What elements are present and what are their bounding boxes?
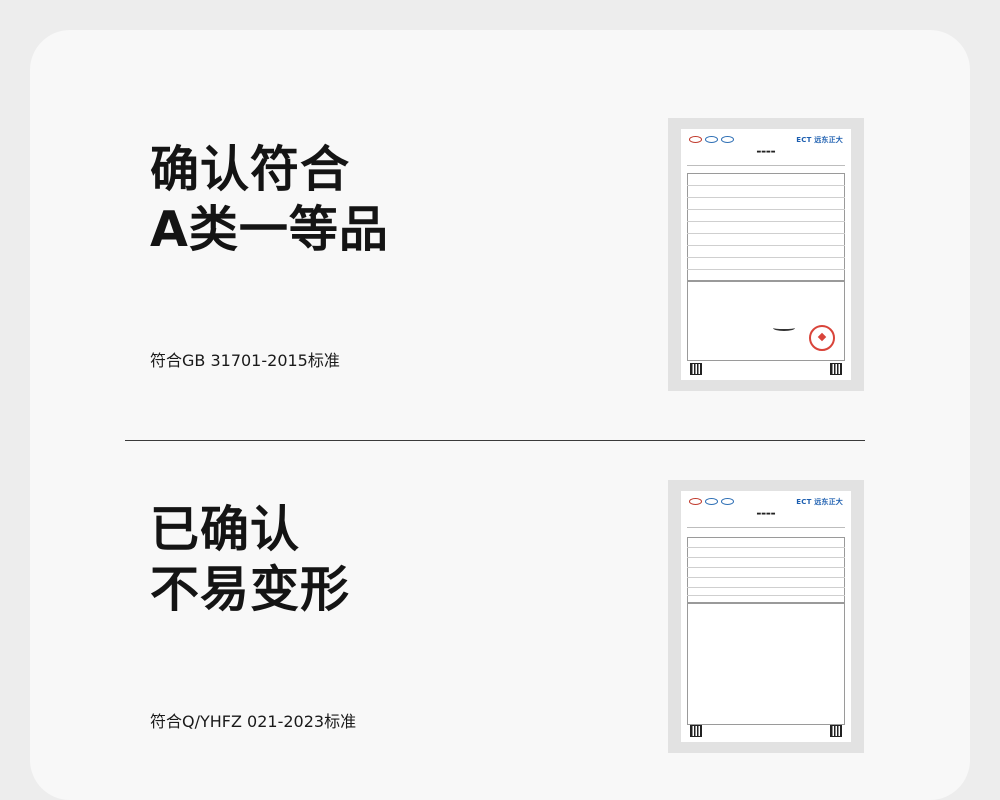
section2-headline-line1: 已确认: [150, 501, 301, 558]
cnas-logo-icon: [721, 498, 734, 505]
report-paper: ECT 远东正大 ▬▬▬▬: [681, 491, 851, 742]
section2-headline: 已确认 不易变形: [150, 500, 350, 620]
section1-headline: 确认符合 A类一等品: [150, 140, 389, 260]
report-rule: [687, 527, 845, 528]
section1-standard-note: 符合GB 31701-2015标准: [150, 351, 340, 370]
section-divider: [125, 440, 865, 441]
certification-logos: [689, 498, 734, 505]
ilac-logo-icon: [705, 136, 718, 143]
certification-logos: [689, 136, 734, 143]
inspection-seal-icon: [809, 325, 835, 351]
cnas-logo-icon: [721, 136, 734, 143]
report-brand: ECT 远东正大: [796, 498, 843, 506]
section1-headline-line1: 确认符合: [150, 141, 351, 198]
signature-icon: [773, 325, 795, 331]
report-paper: ECT 远东正大 ▬▬▬▬: [681, 129, 851, 380]
report-brand: ECT 远东正大: [796, 136, 843, 144]
qr-code-icon: [690, 725, 702, 737]
test-report-image-1: ECT 远东正大 ▬▬▬▬: [668, 118, 864, 391]
report-info-table: [687, 173, 845, 281]
qr-code-icon: [830, 363, 842, 375]
report-title-graphic: ▬▬▬▬: [756, 511, 776, 517]
ilac-logo-icon: [705, 498, 718, 505]
cma-logo-icon: [689, 136, 702, 143]
test-report-image-2: ECT 远东正大 ▬▬▬▬: [668, 480, 864, 753]
cma-logo-icon: [689, 498, 702, 505]
report-rule: [687, 165, 845, 166]
report-blank-area: [687, 603, 845, 725]
qr-code-icon: [830, 725, 842, 737]
qr-code-icon: [690, 363, 702, 375]
report-title-graphic: ▬▬▬▬: [756, 149, 776, 155]
section2-standard-note: 符合Q/YHFZ 021-2023标准: [150, 712, 357, 731]
section1-headline-line2: A类一等品: [150, 201, 389, 258]
section2-headline-line2: 不易变形: [150, 561, 351, 618]
